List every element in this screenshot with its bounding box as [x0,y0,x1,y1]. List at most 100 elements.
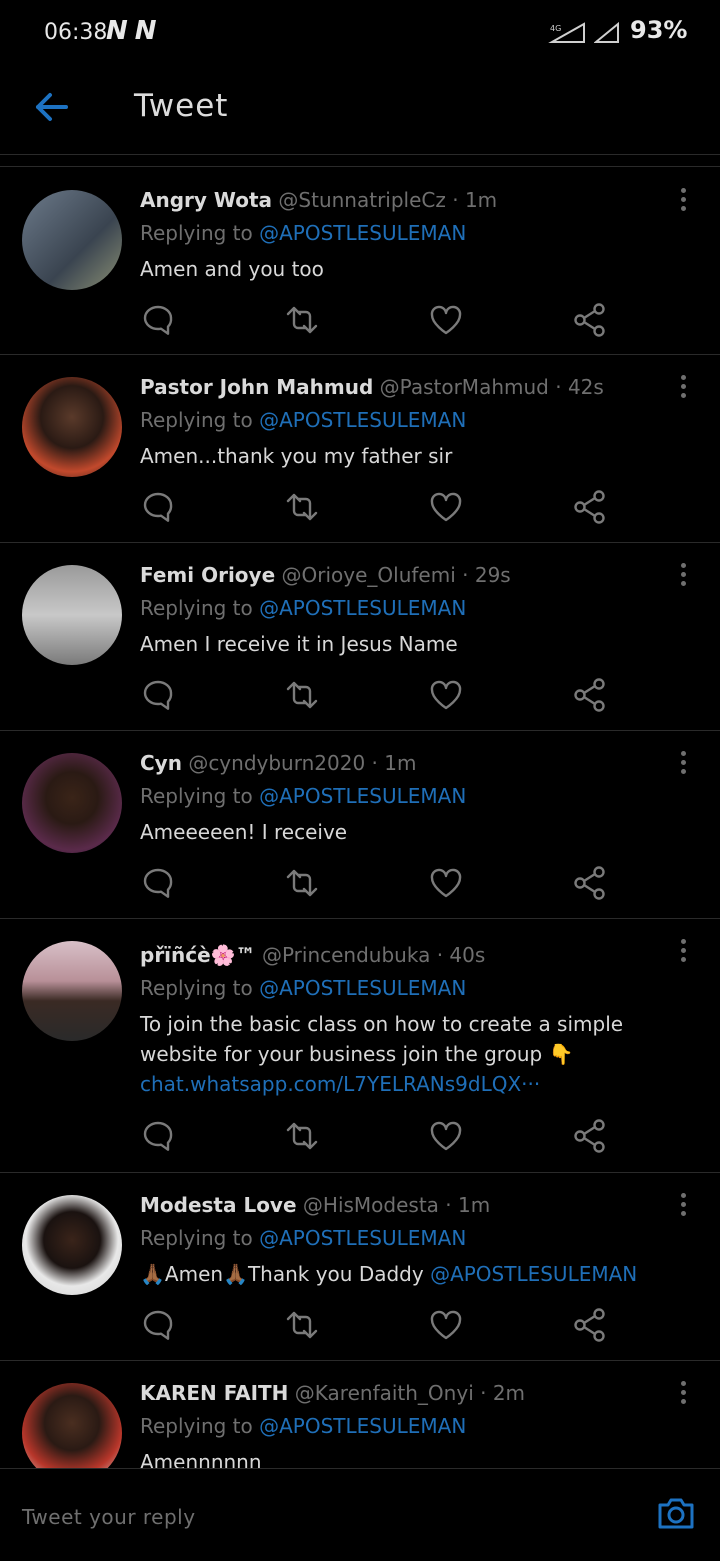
reply-icon[interactable] [140,1118,176,1154]
share-icon[interactable] [572,865,608,901]
tweet-item[interactable]: Femi Orioye @Orioye_Olufemi · 29s Replyi… [0,543,720,731]
mention-link[interactable]: @APOSTLESULEMAN [259,221,466,245]
divider [0,166,720,167]
share-icon[interactable] [572,1307,608,1343]
tweet-time: 1m [464,188,498,212]
reply-input[interactable]: Tweet your reply [22,1505,196,1529]
mention-link[interactable]: @APOSTLESULEMAN [259,1226,466,1250]
tweet-text: Amen and you too [140,257,324,281]
heart-icon[interactable] [428,865,464,901]
author-name[interactable]: Modesta Love [140,1193,297,1217]
retweet-icon[interactable] [284,677,320,713]
replying-to: Replying to @APOSTLESULEMAN [140,976,467,1000]
heart-icon[interactable] [428,302,464,338]
tweet-text: Amen I receive it in Jesus Name [140,632,458,656]
tweet-time: 42s [567,375,604,399]
retweet-icon[interactable] [284,1118,320,1154]
retweet-icon[interactable] [284,489,320,525]
retweet-icon[interactable] [284,1307,320,1343]
author-name[interactable]: Femi Orioye [140,563,275,587]
tweet-time: 1m [458,1193,491,1217]
share-icon[interactable] [572,677,608,713]
tweet-text: Amen...thank you my father sir [140,444,453,468]
tweet-header: Modesta Love @HisModesta · 1m [140,1193,491,1217]
replying-to: Replying to @APOSTLESULEMAN [140,408,467,432]
tweet-header: Angry Wota @StunnatripleCz · 1m [140,188,498,212]
avatar[interactable] [22,753,122,853]
author-handle[interactable]: @Orioye_Olufemi [282,563,456,587]
reply-icon[interactable] [140,1307,176,1343]
replying-to: Replying to @APOSTLESULEMAN [140,596,467,620]
camera-icon[interactable] [656,1493,696,1533]
reply-composer: Tweet your reply [0,1468,720,1561]
more-vertical-icon[interactable] [674,1193,692,1223]
avatar[interactable] [22,565,122,665]
retweet-icon[interactable] [284,865,320,901]
tweet-header: Pastor John Mahmud @PastorMahmud · 42s [140,375,604,399]
author-handle[interactable]: @StunnatripleCz [278,188,445,212]
heart-icon[interactable] [428,1118,464,1154]
tweet-item[interactable]: Angry Wota @StunnatripleCz · 1m Replying… [0,168,720,355]
author-handle[interactable]: @cyndyburn2020 [188,751,365,775]
svg-text:4G: 4G [550,24,561,33]
author-handle[interactable]: @PastorMahmud [380,375,549,399]
avatar[interactable] [22,941,122,1041]
mention-link[interactable]: @APOSTLESULEMAN [259,976,466,1000]
tweet-item[interactable]: KAREN FAITH @Karenfaith_Onyi · 2m Replyi… [0,1361,720,1468]
heart-icon[interactable] [428,1307,464,1343]
tweet-actions [140,1307,620,1347]
more-vertical-icon[interactable] [674,1381,692,1411]
share-icon[interactable] [572,489,608,525]
more-vertical-icon[interactable] [674,563,692,593]
author-name[interactable]: přïñćè🌸™ [140,943,256,967]
mention-link[interactable]: @APOSTLESULEMAN [259,596,466,620]
mention-link[interactable]: @APOSTLESULEMAN [259,1414,466,1438]
avatar[interactable] [22,1383,122,1468]
author-handle[interactable]: @Karenfaith_Onyi [295,1381,474,1405]
avatar[interactable] [22,377,122,477]
author-name[interactable]: Cyn [140,751,182,775]
tweet-item[interactable]: Cyn @cyndyburn2020 · 1m Replying to @APO… [0,731,720,919]
mention-link[interactable]: @APOSTLESULEMAN [259,784,466,808]
signal-4g-icon: 4G [548,22,585,43]
author-name[interactable]: Angry Wota [140,188,272,212]
reply-icon[interactable] [140,489,176,525]
author-name[interactable]: KAREN FAITH [140,1381,288,1405]
reply-icon[interactable] [140,302,176,338]
replying-to: Replying to @APOSTLESULEMAN [140,221,467,245]
tweet-item[interactable]: Pastor John Mahmud @PastorMahmud · 42s R… [0,355,720,543]
more-vertical-icon[interactable] [674,188,692,218]
reply-feed: Angry Wota @StunnatripleCz · 1m Replying… [0,168,720,1468]
network-badge: N N [106,16,157,46]
author-name[interactable]: Pastor John Mahmud [140,375,373,399]
author-handle[interactable]: @Princendubuka [262,943,430,967]
author-handle[interactable]: @HisModesta [303,1193,439,1217]
avatar[interactable] [22,1195,122,1295]
tweet-time: 1m [384,751,417,775]
reply-icon[interactable] [140,865,176,901]
replying-to: Replying to @APOSTLESULEMAN [140,1226,467,1250]
more-vertical-icon[interactable] [674,939,692,969]
more-vertical-icon[interactable] [674,375,692,405]
whatsapp-link[interactable]: chat.whatsapp.com/L7YELRANs9dLQX··· [140,1072,540,1096]
more-vertical-icon[interactable] [674,751,692,781]
battery-level: 93% [630,16,688,44]
signal-icon [594,21,619,43]
tweet-actions [140,1118,620,1158]
tweet-time: 40s [449,943,486,967]
avatar[interactable] [22,190,122,290]
tweet-item[interactable]: přïñćè🌸™ @Princendubuka · 40s Replying t… [0,919,720,1173]
heart-icon[interactable] [428,677,464,713]
tweet-header: Cyn @cyndyburn2020 · 1m [140,751,417,775]
share-icon[interactable] [572,302,608,338]
tweet-actions [140,302,620,342]
heart-icon[interactable] [428,489,464,525]
mention-link[interactable]: @APOSTLESULEMAN [259,408,466,432]
mention-link[interactable]: @APOSTLESULEMAN [430,1262,637,1286]
back-arrow-icon[interactable] [30,84,76,130]
tweet-actions [140,865,620,905]
reply-icon[interactable] [140,677,176,713]
share-icon[interactable] [572,1118,608,1154]
tweet-item[interactable]: Modesta Love @HisModesta · 1m Replying t… [0,1173,720,1361]
retweet-icon[interactable] [284,302,320,338]
